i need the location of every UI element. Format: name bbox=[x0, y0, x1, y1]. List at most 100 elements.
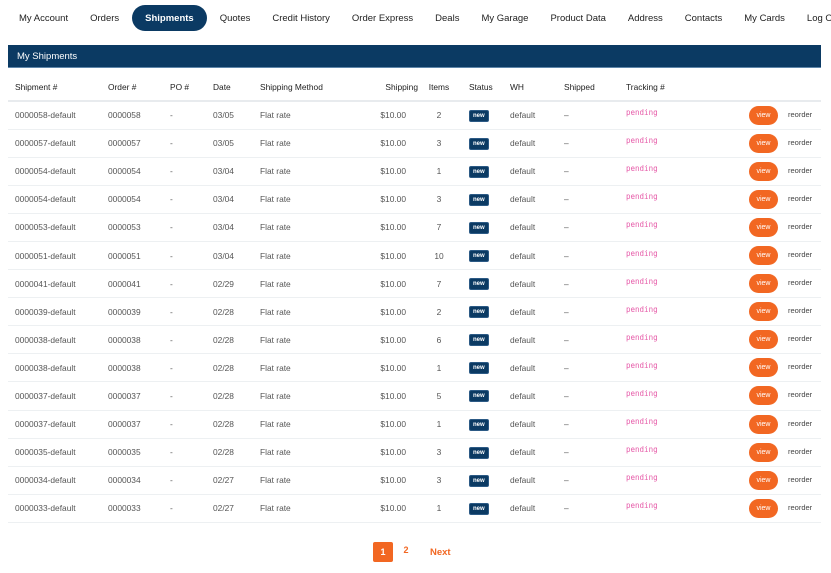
column-header-shipped: Shipped bbox=[564, 74, 626, 102]
reorder-link[interactable]: reorder bbox=[788, 334, 812, 343]
date: 03/05 bbox=[213, 129, 260, 158]
date: 02/28 bbox=[213, 438, 260, 467]
order-number: 0000053 bbox=[108, 213, 170, 242]
tracking-cell: pending bbox=[626, 129, 719, 158]
reorder-link[interactable]: reorder bbox=[788, 503, 812, 512]
nav-item-order-express[interactable]: Order Express bbox=[341, 5, 424, 31]
shipped-date: – bbox=[564, 241, 626, 271]
column-header-items: Items bbox=[418, 74, 460, 102]
po-number: - bbox=[170, 297, 213, 327]
reorder-link[interactable]: reorder bbox=[788, 138, 812, 147]
items-count: 3 bbox=[418, 129, 460, 158]
actions-cell: view reorder bbox=[719, 297, 821, 327]
tracking-cell: pending bbox=[626, 325, 719, 355]
next-page-button[interactable]: Next bbox=[430, 547, 451, 558]
view-button[interactable]: view bbox=[749, 330, 778, 350]
items-count: 7 bbox=[418, 213, 460, 242]
status-badge: new bbox=[469, 334, 489, 347]
tracking-cell: pending bbox=[626, 157, 719, 186]
nav-item-my-account[interactable]: My Account bbox=[8, 5, 79, 31]
table-row: 0000034-default 0000034-02/27 Flat rate $10… bbox=[8, 466, 821, 495]
po-number: - bbox=[170, 157, 213, 186]
warehouse: default bbox=[510, 241, 564, 271]
shipping-cost: $10.00 bbox=[365, 269, 418, 299]
warehouse: default bbox=[510, 438, 564, 467]
reorder-link[interactable]: reorder bbox=[788, 419, 812, 428]
order-number: 0000057 bbox=[108, 129, 170, 158]
reorder-link[interactable]: reorder bbox=[788, 362, 812, 371]
view-button[interactable]: view bbox=[749, 498, 778, 518]
warehouse: default bbox=[510, 325, 564, 355]
nav-item-shipments[interactable]: Shipments bbox=[132, 5, 207, 31]
reorder-link[interactable]: reorder bbox=[788, 194, 812, 203]
date: 02/28 bbox=[213, 325, 260, 355]
items-count: 2 bbox=[418, 101, 460, 130]
table-row: 0000038-default 0000038-02/28 Flat rate $10… bbox=[8, 325, 821, 355]
status-badge: new bbox=[469, 278, 489, 291]
view-button[interactable]: view bbox=[749, 302, 778, 322]
view-button[interactable]: view bbox=[749, 246, 778, 266]
warehouse: default bbox=[510, 297, 564, 327]
tracking-number: pending bbox=[626, 360, 658, 370]
view-button[interactable]: view bbox=[749, 161, 778, 181]
table-row: 0000053-default 0000053-03/04 Flat rate $10… bbox=[8, 213, 821, 242]
date: 03/05 bbox=[213, 101, 260, 130]
shipped-date: – bbox=[564, 466, 626, 495]
view-button[interactable]: view bbox=[749, 358, 778, 378]
shipment-number: 0000035-default bbox=[8, 438, 108, 467]
table-header-row: Shipment # Order # PO # Date Shipping Method… bbox=[8, 74, 821, 102]
reorder-link[interactable]: reorder bbox=[788, 447, 812, 456]
nav-item-product-data[interactable]: Product Data bbox=[539, 5, 616, 31]
order-number: 0000034 bbox=[108, 466, 170, 495]
reorder-link[interactable]: reorder bbox=[788, 475, 812, 484]
nav-item-address[interactable]: Address bbox=[617, 5, 674, 31]
reorder-link[interactable]: reorder bbox=[788, 166, 812, 175]
nav-item-deals[interactable]: Deals bbox=[424, 5, 470, 31]
shipping-cost: $10.00 bbox=[365, 157, 418, 186]
items-count: 5 bbox=[418, 381, 460, 411]
reorder-link[interactable]: reorder bbox=[788, 222, 812, 231]
order-number: 0000037 bbox=[108, 381, 170, 411]
view-button[interactable]: view bbox=[749, 442, 778, 462]
reorder-link[interactable]: reorder bbox=[788, 306, 812, 315]
view-button[interactable]: view bbox=[749, 133, 778, 153]
shipment-number: 0000038-default bbox=[8, 325, 108, 355]
nav-item-my-garage[interactable]: My Garage bbox=[470, 5, 539, 31]
shipping-cost: $10.00 bbox=[365, 185, 418, 214]
status-badge: new bbox=[469, 502, 489, 515]
nav-item-credit-history[interactable]: Credit History bbox=[261, 5, 341, 31]
nav-item-orders[interactable]: Orders bbox=[79, 5, 130, 31]
view-button[interactable]: view bbox=[749, 386, 778, 406]
reorder-link[interactable]: reorder bbox=[788, 250, 812, 259]
reorder-link[interactable]: reorder bbox=[788, 390, 812, 399]
shipping-method: Flat rate bbox=[260, 297, 365, 327]
reorder-link[interactable]: reorder bbox=[788, 110, 812, 119]
status-badge: new bbox=[469, 474, 489, 487]
view-button[interactable]: view bbox=[749, 105, 778, 125]
order-number: 0000033 bbox=[108, 494, 170, 523]
items-count: 1 bbox=[418, 157, 460, 186]
date: 02/28 bbox=[213, 353, 260, 383]
warehouse: default bbox=[510, 466, 564, 495]
table-row: 0000037-default 0000037-02/28 Flat rate $10… bbox=[8, 410, 821, 439]
date: 03/04 bbox=[213, 185, 260, 214]
actions-cell: view reorder bbox=[719, 213, 821, 242]
shipped-date: – bbox=[564, 325, 626, 355]
view-button[interactable]: view bbox=[749, 217, 778, 237]
view-button[interactable]: view bbox=[749, 274, 778, 294]
page-1-button[interactable]: 1 bbox=[373, 542, 393, 562]
nav-item-my-cards[interactable]: My Cards bbox=[733, 5, 796, 31]
page-2-button[interactable]: 2 bbox=[396, 540, 416, 560]
warehouse: default bbox=[510, 213, 564, 242]
table-row: 0000054-default 0000054-03/04 Flat rate $10… bbox=[8, 157, 821, 186]
view-button[interactable]: view bbox=[749, 470, 778, 490]
reorder-link[interactable]: reorder bbox=[788, 278, 812, 287]
pagination: 1 2 Next bbox=[373, 542, 451, 562]
view-button[interactable]: view bbox=[749, 189, 778, 209]
view-button[interactable]: view bbox=[749, 414, 778, 434]
nav-item-contacts[interactable]: Contacts bbox=[674, 5, 734, 31]
nav-item-log-out[interactable]: Log Out bbox=[796, 5, 831, 31]
nav-item-quotes[interactable]: Quotes bbox=[209, 5, 262, 31]
table-row: 0000039-default 0000039-02/28 Flat rate $10… bbox=[8, 297, 821, 327]
status-badge: new bbox=[469, 306, 489, 319]
